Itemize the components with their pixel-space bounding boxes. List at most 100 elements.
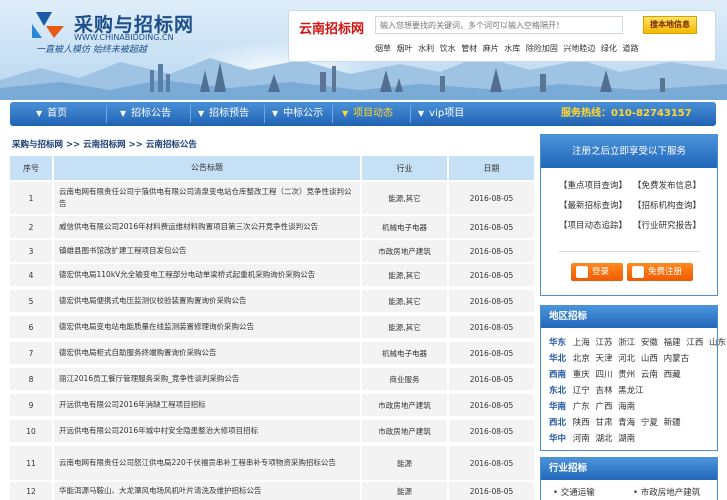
hot-word-link[interactable]: 麻片: [483, 44, 499, 53]
province-link[interactable]: 贵州: [618, 370, 635, 380]
row-industry: 能源,其它: [362, 290, 447, 312]
table-row[interactable]: 12 华能洱源马鞍山、大龙潭风电场风机叶片清洗及维护招标公告 能源 2016-0…: [10, 482, 534, 500]
region-name[interactable]: 华东: [549, 338, 566, 348]
province-link[interactable]: 山东: [709, 338, 726, 348]
province-link[interactable]: 青海: [618, 418, 635, 428]
hot-word-link[interactable]: 兴地睦边: [563, 44, 595, 53]
region-name[interactable]: 华中: [549, 434, 566, 444]
nav-item-project-news[interactable]: ▼ 项目动态: [342, 102, 393, 126]
province-link[interactable]: 河北: [618, 354, 635, 364]
province-link[interactable]: 辽宁: [573, 386, 590, 396]
signup-button[interactable]: 免费注册: [627, 263, 693, 281]
region-name[interactable]: 华南: [549, 402, 566, 412]
triangle-down-icon: ▼: [120, 109, 127, 118]
industry-link[interactable]: • 市政房地产建筑: [633, 486, 700, 498]
region-name[interactable]: 西北: [549, 418, 566, 428]
service-link-key-projects[interactable]: 【重点项目查询】: [559, 179, 627, 191]
nav-item-vip-projects[interactable]: ▼ vip项目: [418, 102, 464, 126]
nav-item-tender-notice[interactable]: ▼ 招标公告: [120, 102, 171, 126]
notice-title-link[interactable]: 开远供电有限公司2016年消缺工程项目招标: [54, 394, 360, 416]
table-row[interactable]: 10 开远供电有限公司2016年城中村安全隐患整治大修项目招标 市政房地产建筑 …: [10, 420, 534, 442]
hot-word-link[interactable]: 水库: [504, 44, 520, 53]
province-link[interactable]: 陕西: [573, 418, 590, 428]
notice-title-link[interactable]: 云南电网有限责任公司宁蒗供电有限公司清泉变电站仓库整改工程（二次）竞争性谈判公告: [54, 182, 360, 214]
province-link[interactable]: 海南: [618, 402, 635, 412]
table-row[interactable]: 3 镇雄县图书馆改扩建工程项目发包公告 市政房地产建筑 2016-08-05: [10, 240, 534, 262]
notice-title-link[interactable]: 云南电网有限责任公司怒江供电局220千伏福贡串补工程串补专项物资采购招标公告: [54, 446, 360, 480]
province-link[interactable]: 江西: [686, 338, 703, 348]
province-link[interactable]: 云南: [641, 370, 658, 380]
province-link[interactable]: 安徽: [641, 338, 658, 348]
notice-title-link[interactable]: 德宏供电局便携式电压监测仪校验装置购置询价采购公告: [54, 290, 360, 312]
province-link[interactable]: 山西: [641, 354, 658, 364]
province-link[interactable]: 福建: [664, 338, 681, 348]
notice-title-link[interactable]: 丽江2016员工餐厅管理服务采购_竞争性谈判采购公告: [54, 368, 360, 390]
breadcrumb[interactable]: 采购与招标网 >> 云南招标网 >> 云南招标公告: [12, 138, 197, 150]
province-link[interactable]: 四川: [595, 370, 612, 380]
table-row[interactable]: 5 德宏供电局便携式电压监测仪校验装置购置询价采购公告 能源,其它 2016-0…: [10, 290, 534, 312]
hot-word-link[interactable]: 烟草: [375, 44, 391, 53]
notice-title-link[interactable]: 威信供电有限公司2016年材料费运维材料购置项目第三次公开竞争性谈判公告: [54, 216, 360, 238]
province-link[interactable]: 湖南: [618, 434, 635, 444]
notice-title-link[interactable]: 华能洱源马鞍山、大龙潭风电场风机叶片清洗及维护招标公告: [54, 482, 360, 500]
table-row[interactable]: 11 云南电网有限责任公司怒江供电局220千伏福贡串补工程串补专项物资采购招标公…: [10, 446, 534, 480]
login-button[interactable]: 登录: [571, 263, 623, 281]
region-name[interactable]: 西南: [549, 370, 566, 380]
region-name[interactable]: 东北: [549, 386, 566, 396]
province-link[interactable]: 河南: [573, 434, 590, 444]
service-link-agency-search[interactable]: 【招标机构查询】: [633, 199, 701, 211]
province-link[interactable]: 重庆: [573, 370, 590, 380]
notice-title-link[interactable]: 开远供电有限公司2016年城中村安全隐患整治大修项目招标: [54, 420, 360, 442]
province-link[interactable]: 江苏: [595, 338, 612, 348]
province-link[interactable]: 吉林: [595, 386, 612, 396]
service-link-project-tracking[interactable]: 【项目动态追踪】: [559, 219, 627, 231]
table-row[interactable]: 6 德宏供电局变电站电能质量在线监测装置修理询价采购公告 能源,其它 2016-…: [10, 316, 534, 338]
service-link-latest-tenders[interactable]: 【最新招标查询】: [559, 199, 627, 211]
province-link[interactable]: 新疆: [664, 418, 681, 428]
industry-panel-title: 行业招标: [541, 458, 717, 480]
hot-word-link[interactable]: 烟叶: [397, 44, 413, 53]
province-link[interactable]: 甘肃: [595, 418, 612, 428]
row-number: 6: [10, 316, 52, 338]
hot-word-link[interactable]: 绿化: [601, 44, 617, 53]
table-row[interactable]: 7 德宏供电局柜式自助服务终端购置询价采购公告 机械电子电器 2016-08-0…: [10, 342, 534, 364]
province-link[interactable]: 上海: [573, 338, 590, 348]
table-row[interactable]: 4 德宏供电局110kV允全输变电工程部分电动单梁桥式起重机采购询价采购公告 能…: [10, 264, 534, 286]
industry-link[interactable]: • 交通运输: [553, 486, 595, 498]
table-row[interactable]: 1 云南电网有限责任公司宁蒗供电有限公司清泉变电站仓库整改工程（二次）竞争性谈判…: [10, 182, 534, 214]
search-local-button[interactable]: 搜本地信息: [643, 16, 697, 34]
service-link-industry-reports[interactable]: 【行业研究报告】: [633, 219, 701, 231]
hot-word-link[interactable]: 除险加固: [526, 44, 558, 53]
notice-title-link[interactable]: 镇雄县图书馆改扩建工程项目发包公告: [54, 240, 360, 262]
hot-word-link[interactable]: 水利: [418, 44, 434, 53]
row-industry: 能源: [362, 446, 447, 480]
province-link[interactable]: 黑龙江: [618, 386, 644, 396]
province-link[interactable]: 西藏: [664, 370, 681, 380]
logo-mark-icon: [32, 12, 64, 38]
nav-item-home[interactable]: ▼ 首页: [36, 102, 67, 126]
province-link[interactable]: 浙江: [618, 338, 635, 348]
province-link[interactable]: 宁夏: [641, 418, 658, 428]
nav-item-award-notice[interactable]: ▼ 中标公示: [272, 102, 323, 126]
hot-word-link[interactable]: 道路: [622, 44, 638, 53]
table-row[interactable]: 2 威信供电有限公司2016年材料费运维材料购置项目第三次公开竞争性谈判公告 机…: [10, 216, 534, 238]
province-link[interactable]: 广西: [595, 402, 612, 412]
hot-word-link[interactable]: 管材: [461, 44, 477, 53]
service-link-free-publish[interactable]: 【免费发布信息】: [633, 179, 701, 191]
province-link[interactable]: 北京: [573, 354, 590, 364]
notice-title-link[interactable]: 德宏供电局变电站电能质量在线监测装置修理询价采购公告: [54, 316, 360, 338]
table-row[interactable]: 9 开远供电有限公司2016年消缺工程项目招标 市政房地产建筑 2016-08-…: [10, 394, 534, 416]
nav-divider: [410, 105, 411, 123]
province-link[interactable]: 广东: [573, 402, 590, 412]
region-name[interactable]: 华北: [549, 354, 566, 364]
province-link[interactable]: 内蒙古: [664, 354, 690, 364]
province-link[interactable]: 湖北: [595, 434, 612, 444]
province-link[interactable]: 天津: [595, 354, 612, 364]
hot-word-link[interactable]: 饮水: [440, 44, 456, 53]
notice-title-link[interactable]: 德宏供电局柜式自助服务终端购置询价采购公告: [54, 342, 360, 364]
table-row[interactable]: 8 丽江2016员工餐厅管理服务采购_竞争性谈判采购公告 商业服务 2016-0…: [10, 368, 534, 390]
notice-title-link[interactable]: 德宏供电局110kV允全输变电工程部分电动单梁桥式起重机采购询价采购公告: [54, 264, 360, 286]
search-input[interactable]: [375, 16, 623, 34]
nav-item-tender-preview[interactable]: ▼ 招标预告: [198, 102, 249, 126]
divider: [559, 251, 701, 252]
